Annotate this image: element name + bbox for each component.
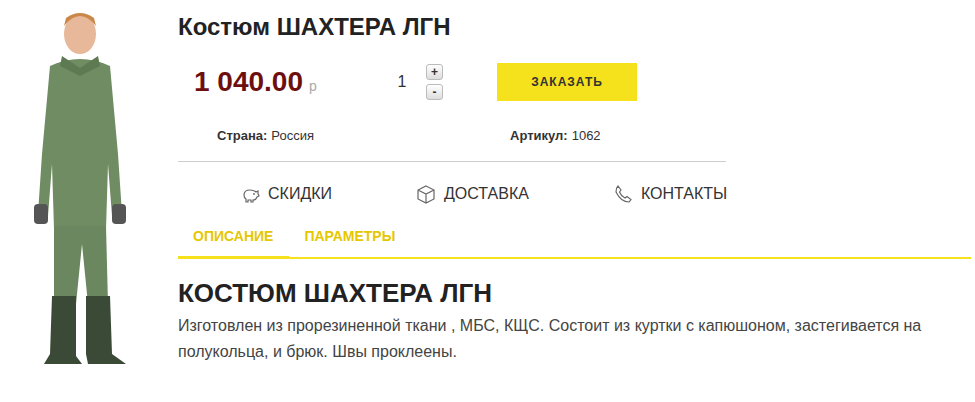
worker-suit-picture [22,4,142,396]
phone-icon [613,184,633,204]
currency: р [309,78,317,94]
quantity-field[interactable]: 1 [382,69,422,95]
tab-bar: ОПИСАНИЕПАРАМЕТРЫ [178,228,971,259]
attribute: Страна: Россия [217,128,510,143]
attribute-value: 1062 [572,128,601,143]
plus-button[interactable]: + [426,64,443,80]
info-link[interactable]: СКИДКИ [240,184,332,204]
tab[interactable]: ПАРАМЕТРЫ [289,228,411,259]
product-photo [0,0,178,402]
box-icon [416,184,436,204]
buy-row: 1 040.00р1+-ЗАКАЗАТЬ [178,62,971,102]
product-title: Костюм ШАХТЕРА ЛГН [178,12,971,42]
info-link-label[interactable]: СКИДКИ [268,185,332,203]
info-links: СКИДКИ ДОСТАВКА КОНТАКТЫ [178,184,971,204]
piggy-bank-icon [240,184,260,204]
attribute-label: Страна: [217,128,267,143]
attributes: Страна: Россия Артикул: 1062 [178,128,971,143]
info-link[interactable]: КОНТАКТЫ [613,184,727,204]
attribute-value: Россия [271,128,314,143]
description-heading: КОСТЮМ ШАХТЕРА ЛГН [178,277,971,309]
minus-button[interactable]: - [426,84,443,100]
info-link[interactable]: ДОСТАВКА [416,184,529,204]
description-text: Изготовлен из прорезиненной ткани , МБС,… [178,313,971,365]
divider [178,161,726,162]
attribute-label: Артикул: [510,128,568,143]
product-card: Костюм ШАХТЕРА ЛГН1 040.00р1+-ЗАКАЗАТЬСт… [178,0,975,402]
attribute: Артикул: 1062 [510,128,803,143]
price-value: 1 040.00 [194,66,303,98]
price: 1 040.00 р [194,66,382,98]
quantity-buttons: +- [426,64,443,100]
info-link-label[interactable]: КОНТАКТЫ [641,185,727,203]
info-link-label[interactable]: ДОСТАВКА [444,185,529,203]
tab[interactable]: ОПИСАНИЕ [178,228,289,259]
order-button[interactable]: ЗАКАЗАТЬ [497,63,637,101]
